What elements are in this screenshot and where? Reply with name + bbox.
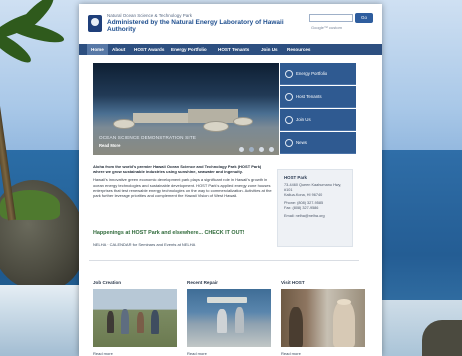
side-link-energy-portfolio[interactable]: Energy Portfolio	[280, 63, 356, 85]
intro-body: Hawaii's innovative green economic devel…	[93, 177, 272, 199]
clock-icon	[285, 70, 293, 78]
intro-lead: Aloha from the world's premier Hawaii Oc…	[93, 164, 262, 175]
card-read-more-job-creation[interactable]: Read more	[93, 351, 113, 356]
people-icon	[285, 93, 293, 101]
contact-box: HOST Park 73-4460 Queen Kaahumanu Hwy, #…	[277, 169, 353, 247]
slide-dot[interactable]	[259, 147, 264, 152]
card-title-recent-repair[interactable]: Recent Repair	[187, 280, 218, 285]
intro-text: Aloha from the world's premier Hawaii Oc…	[93, 164, 273, 201]
main-nav: Home About HOST Awards Energy Portfolio …	[79, 44, 382, 55]
hero-caption: OCEAN SCIENCE DEMONSTRATION SITE	[99, 135, 197, 140]
nav-resources[interactable]: Resources	[283, 44, 315, 55]
nav-about[interactable]: About	[108, 44, 129, 55]
nav-host-awards[interactable]: HOST Awards	[130, 44, 168, 55]
document-icon	[285, 139, 293, 147]
side-link-label: Join Us	[296, 117, 311, 122]
website-frame: Natural Ocean Science & Technology Park …	[79, 4, 382, 356]
nav-home[interactable]: Home	[87, 44, 108, 55]
card-image-recent-repair[interactable]	[187, 289, 271, 347]
site-header: Natural Ocean Science & Technology Park …	[79, 4, 382, 44]
calendar-link[interactable]: NELHA · CALENDAR for Seminars and Events…	[93, 242, 273, 247]
slide-dot[interactable]	[239, 147, 244, 152]
card-image-visit-host[interactable]	[281, 289, 365, 347]
contact-title: HOST Park	[284, 175, 307, 180]
side-link-label: Energy Portfolio	[296, 71, 328, 76]
card-image-job-creation[interactable]	[93, 289, 177, 347]
happenings-link[interactable]: Happenings at HOST Park and elsewhere...…	[93, 230, 273, 236]
slide-dot[interactable]	[249, 147, 254, 152]
site-title[interactable]: Administered by the Natural Energy Labor…	[107, 19, 297, 33]
side-link-host-tenants[interactable]: Host Tenants	[280, 86, 356, 108]
search-input[interactable]	[309, 14, 353, 22]
search-button[interactable]: Go	[355, 13, 373, 23]
site-kicker: Natural Ocean Science & Technology Park	[107, 13, 192, 18]
card-read-more-recent-repair[interactable]: Read more	[187, 351, 207, 356]
section-divider	[89, 260, 359, 261]
google-custom-search-label: Google™ custom	[311, 25, 342, 30]
nav-energy-portfolio[interactable]: Energy Portfolio	[167, 44, 211, 55]
side-link-label: News	[296, 140, 307, 145]
slide-dot[interactable]	[269, 147, 274, 152]
card-title-job-creation[interactable]: Job Creation	[93, 280, 121, 285]
nav-join-us[interactable]: Join Us	[257, 44, 282, 55]
nelha-logo-icon[interactable]	[88, 15, 102, 32]
side-link-label: Host Tenants	[296, 94, 322, 99]
card-read-more-visit-host[interactable]: Read more	[281, 351, 301, 356]
user-icon	[285, 116, 293, 124]
contact-email[interactable]: Email: nelha@nelha.org	[284, 214, 346, 219]
card-title-visit-host[interactable]: Visit HOST	[281, 280, 305, 285]
side-quick-links: Energy Portfolio Host Tenants Join Us Ne…	[280, 63, 356, 155]
hero-read-more-link[interactable]: Read More	[99, 143, 120, 148]
contact-address-1: 73-4460 Queen Kaahumanu Hwy, #101	[284, 183, 342, 192]
hero-slideshow[interactable]: OCEAN SCIENCE DEMONSTRATION SITE Read Mo…	[93, 63, 279, 155]
nav-host-tenants[interactable]: HOST Tenants	[214, 44, 253, 55]
side-link-join-us[interactable]: Join Us	[280, 109, 356, 131]
side-link-news[interactable]: News	[280, 132, 356, 154]
